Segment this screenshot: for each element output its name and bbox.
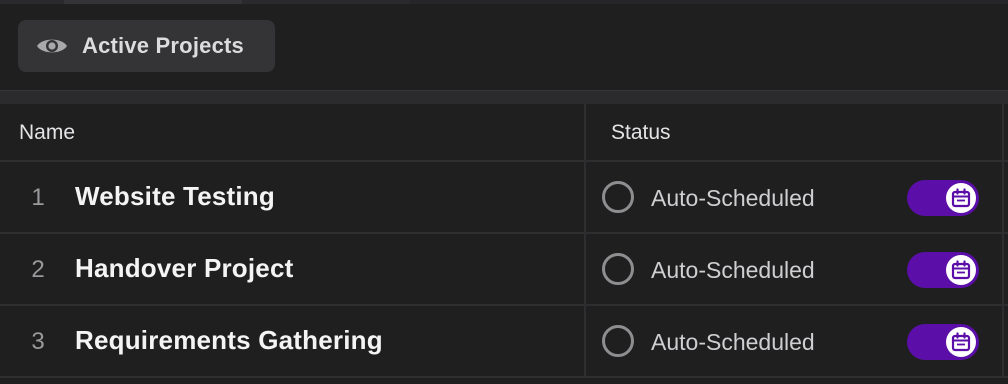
column-divider: [1002, 162, 1004, 232]
project-name[interactable]: Requirements Gathering: [75, 325, 383, 356]
projects-table: Name Status 1 Website Testing Auto-Sched…: [0, 104, 1008, 378]
column-divider: [584, 234, 586, 304]
row-number: 3: [31, 328, 45, 355]
auto-schedule-toggle[interactable]: [907, 180, 979, 216]
status-circle-icon[interactable]: [602, 325, 634, 357]
active-projects-view-button[interactable]: Active Projects: [18, 20, 275, 72]
column-divider: [1002, 234, 1004, 304]
eye-icon: [36, 35, 68, 57]
calendar-icon: [946, 327, 976, 357]
status-circle-icon[interactable]: [602, 253, 634, 285]
status-label: Auto-Scheduled: [651, 329, 815, 355]
app-window: Active Projects Name Status 1 Website Te…: [0, 0, 1008, 384]
auto-schedule-toggle[interactable]: [907, 252, 979, 288]
column-divider[interactable]: [584, 104, 586, 160]
project-name[interactable]: Handover Project: [75, 253, 294, 284]
tab-segment-active[interactable]: [64, 0, 242, 4]
row-number: 1: [31, 184, 45, 211]
row-number: 2: [31, 256, 45, 283]
tab-segment[interactable]: [410, 0, 1008, 4]
status-label: Auto-Scheduled: [651, 185, 815, 211]
column-divider: [584, 162, 586, 232]
section-divider: [0, 90, 1008, 104]
auto-schedule-toggle[interactable]: [907, 324, 979, 360]
column-divider: [1002, 306, 1004, 376]
tab-strip: [0, 0, 1008, 4]
calendar-icon: [946, 183, 976, 213]
table-header-row: Name Status: [0, 104, 1008, 162]
tab-segment[interactable]: [0, 0, 64, 4]
table-row[interactable]: 1 Website Testing Auto-Scheduled: [0, 162, 1008, 234]
column-header-status[interactable]: Status: [611, 121, 671, 145]
tab-segment[interactable]: [242, 0, 410, 4]
status-label: Auto-Scheduled: [651, 257, 815, 283]
project-name[interactable]: Website Testing: [75, 181, 275, 212]
column-header-name[interactable]: Name: [19, 121, 75, 145]
column-divider[interactable]: [1002, 104, 1004, 160]
calendar-icon: [946, 255, 976, 285]
status-circle-icon[interactable]: [602, 181, 634, 213]
table-row[interactable]: 2 Handover Project Auto-Scheduled: [0, 234, 1008, 306]
column-divider: [584, 306, 586, 376]
table-row[interactable]: 3 Requirements Gathering Auto-Scheduled: [0, 306, 1008, 378]
view-label: Active Projects: [82, 33, 244, 58]
